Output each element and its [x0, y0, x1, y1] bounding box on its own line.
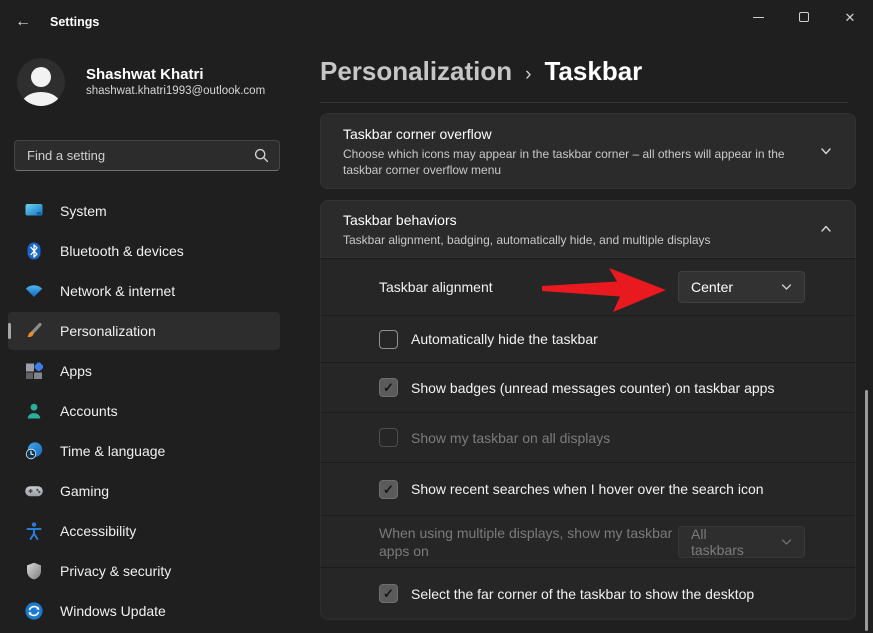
sidebar-item-gaming[interactable]: Gaming — [8, 472, 280, 510]
apps-icon — [24, 361, 44, 381]
setting-label: Select the far corner of the taskbar to … — [411, 586, 754, 602]
setting-label: Show my taskbar on all displays — [411, 430, 610, 446]
sidebar-item-privacy-security[interactable]: Privacy & security — [8, 552, 280, 590]
profile-name: Shashwat Khatri — [86, 66, 265, 84]
back-button[interactable]: ← — [8, 9, 38, 35]
sidebar-item-label: Accounts — [60, 403, 118, 419]
card-taskbar-behaviors: Taskbar behaviors Taskbar alignment, bad… — [320, 200, 856, 258]
scrollbar-thumb[interactable] — [865, 390, 868, 631]
breadcrumb-parent[interactable]: Personalization — [320, 56, 512, 87]
expander-taskbar-corner-overflow[interactable]: Taskbar corner overflow Choose which ico… — [321, 114, 855, 188]
windows-update-icon — [24, 601, 44, 621]
network-icon — [24, 281, 44, 301]
chevron-down-icon[interactable] — [819, 144, 833, 158]
row-taskbar-all-displays: Show my taskbar on all displays — [320, 412, 856, 462]
card-title: Taskbar behaviors — [343, 211, 799, 230]
card-title: Taskbar corner overflow — [343, 125, 799, 144]
sidebar-item-personalization[interactable]: Personalization — [8, 312, 280, 350]
multiple-displays-dropdown: All taskbars — [678, 526, 805, 558]
bluetooth-icon — [24, 241, 44, 261]
search-icon — [254, 148, 269, 163]
sidebar-item-time-language[interactable]: Time & language — [8, 432, 280, 470]
close-button[interactable]: ✕ — [827, 0, 873, 34]
breadcrumb-separator: › — [525, 64, 531, 86]
setting-label: Show badges (unread messages counter) on… — [411, 380, 774, 396]
sidebar-item-network[interactable]: Network & internet — [8, 272, 280, 310]
minimize-button[interactable] — [735, 0, 781, 34]
search-box — [14, 140, 280, 171]
sidebar-item-label: Privacy & security — [60, 563, 171, 579]
setting-label: Taskbar alignment — [379, 279, 493, 295]
sidebar-nav: System Bluetooth & devices Network & int… — [8, 192, 280, 632]
taskbar-alignment-dropdown[interactable]: Center — [678, 271, 805, 303]
sidebar-item-bluetooth[interactable]: Bluetooth & devices — [8, 232, 280, 270]
personalization-icon — [24, 321, 44, 341]
maximize-icon — [799, 12, 809, 22]
maximize-button[interactable] — [781, 0, 827, 34]
sidebar-item-system[interactable]: System — [8, 192, 280, 230]
all-displays-checkbox — [379, 428, 398, 447]
sidebar-item-accounts[interactable]: Accounts — [8, 392, 280, 430]
row-show-badges: Show badges (unread messages counter) on… — [320, 362, 856, 412]
sidebar-item-label: Personalization — [60, 323, 156, 339]
recent-searches-checkbox[interactable] — [379, 480, 398, 499]
sidebar-item-label: Apps — [60, 363, 92, 379]
chevron-down-icon — [781, 533, 792, 551]
sidebar-item-label: Gaming — [60, 483, 109, 499]
dropdown-value: Center — [691, 279, 733, 295]
auto-hide-checkbox[interactable] — [379, 330, 398, 349]
sidebar-item-accessibility[interactable]: Accessibility — [8, 512, 280, 550]
window-controls: ✕ — [735, 0, 873, 40]
sidebar-item-label: Accessibility — [60, 523, 136, 539]
expander-taskbar-behaviors[interactable]: Taskbar behaviors Taskbar alignment, bad… — [321, 201, 855, 257]
profile-email: shashwat.khatri1993@outlook.com — [86, 84, 265, 99]
setting-label: Automatically hide the taskbar — [411, 331, 598, 347]
gaming-icon — [24, 481, 44, 501]
settings-window: ← Settings ✕ Shashwat Khatri shashwat.kh… — [0, 0, 873, 633]
setting-label: When using multiple displays, show my ta… — [379, 524, 678, 560]
row-recent-searches: Show recent searches when I hover over t… — [320, 462, 856, 515]
sidebar-item-windows-update[interactable]: Windows Update — [8, 592, 280, 630]
content-divider — [320, 102, 848, 103]
row-multiple-displays: When using multiple displays, show my ta… — [320, 515, 856, 567]
far-corner-checkbox[interactable] — [379, 584, 398, 603]
card-description: Choose which icons may appear in the tas… — [343, 146, 799, 178]
sidebar-item-label: Time & language — [60, 443, 165, 459]
back-arrow-icon: ← — [15, 13, 31, 31]
taskbar-behaviors-rows: Taskbar alignment Center Automatically h… — [320, 258, 856, 620]
sidebar-item-label: Network & internet — [60, 283, 175, 299]
setting-label: Show recent searches when I hover over t… — [411, 481, 764, 497]
dropdown-value: All taskbars — [691, 526, 763, 558]
title-bar: ← Settings ✕ — [0, 0, 873, 44]
chevron-up-icon[interactable] — [819, 222, 833, 236]
show-badges-checkbox[interactable] — [379, 378, 398, 397]
sidebar-item-apps[interactable]: Apps — [8, 352, 280, 390]
time-language-icon — [24, 441, 44, 461]
card-taskbar-corner-overflow: Taskbar corner overflow Choose which ico… — [320, 113, 856, 189]
breadcrumb: Personalization › Taskbar — [320, 56, 642, 87]
search-input[interactable] — [25, 147, 248, 164]
account-profile[interactable]: Shashwat Khatri shashwat.khatri1993@outl… — [17, 58, 265, 106]
system-icon — [24, 201, 44, 221]
privacy-icon — [24, 561, 44, 581]
card-description: Taskbar alignment, badging, automaticall… — [343, 232, 799, 248]
row-taskbar-alignment: Taskbar alignment Center — [320, 258, 856, 315]
row-far-corner-desktop: Select the far corner of the taskbar to … — [320, 567, 856, 620]
window-title: Settings — [50, 15, 99, 29]
minimize-icon — [753, 17, 764, 18]
accounts-icon — [24, 401, 44, 421]
accessibility-icon — [24, 521, 44, 541]
sidebar-item-label: Windows Update — [60, 603, 166, 619]
close-icon: ✕ — [845, 11, 856, 24]
sidebar-item-label: Bluetooth & devices — [60, 243, 184, 259]
avatar — [17, 58, 65, 106]
row-auto-hide-taskbar: Automatically hide the taskbar — [320, 315, 856, 362]
sidebar-item-label: System — [60, 203, 107, 219]
chevron-down-icon — [781, 278, 792, 296]
page-title: Taskbar — [544, 56, 642, 87]
